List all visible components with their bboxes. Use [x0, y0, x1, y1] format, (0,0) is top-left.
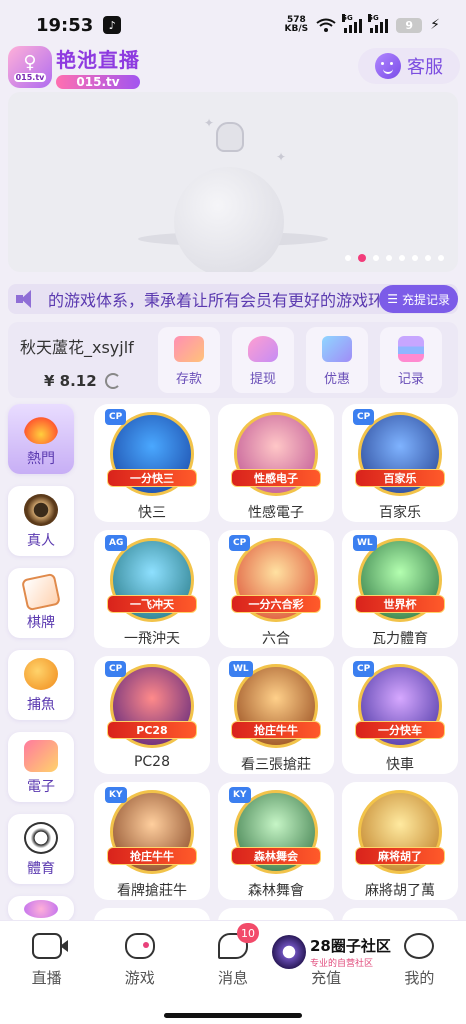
game-card[interactable]: CP 一分六合彩 六合 [218, 530, 334, 648]
category-electronic[interactable]: 電子 [8, 732, 74, 802]
game-card[interactable]: WL 抢庄牛牛 看三張搶莊 [218, 656, 334, 774]
game-thumbnail: 性感电子 [231, 412, 321, 496]
customer-service-button[interactable]: 客服 [358, 48, 460, 84]
game-thumbnail: KY 森林舞会 [229, 787, 321, 874]
user-wallet-panel: 秋天蘆花_xsyjlf ¥ 8.12 存款 提现 优惠 记录 [8, 322, 458, 398]
game-card[interactable]: CP 一分快三 快三 [94, 404, 210, 522]
clock: 19:53 [36, 14, 94, 36]
game-card[interactable]: 性感电子 性感電子 [218, 404, 334, 522]
cards-icon: CP 百家乐 [353, 409, 445, 496]
fire-icon [24, 412, 58, 444]
category-fishing[interactable]: 捕魚 [8, 650, 74, 720]
category-chess[interactable]: 棋牌 [8, 568, 74, 638]
game-card[interactable]: 麻将胡了 麻將胡了萬 [342, 782, 458, 900]
gamepad-icon [124, 933, 155, 959]
watermark: 28圈子社区 专业的自营社区 [272, 935, 391, 969]
profile-icon [404, 933, 435, 959]
promotions-button[interactable]: 优惠 [306, 327, 368, 393]
game-thumbnail: KY 抢庄牛牛 [105, 787, 197, 874]
game-card[interactable]: KY 抢庄牛牛 看牌搶莊牛 [94, 782, 210, 900]
gift-icon [322, 336, 352, 362]
carousel-dot[interactable] [373, 255, 379, 261]
game-card[interactable]: AG 一飞冲天 一飛沖天 [94, 530, 210, 648]
announcement-bar[interactable]: 的游戏体系，秉承着让所有会员有更好的游戏环 ☰ 充提记录 [8, 284, 458, 314]
logo-title: 艳池直播 [56, 48, 140, 72]
speaker-icon [16, 290, 38, 308]
signal-icon: 5G [342, 13, 363, 33]
watermark-logo [272, 935, 306, 969]
lottery-ball-icon: CP 一分六合彩 [229, 535, 321, 622]
withdraw-icon [248, 336, 278, 362]
bottom-nav: 直播 游戏 10 消息 充值 我的 28圈子社区 专业的自营社区 [0, 920, 466, 1024]
carousel-dot[interactable] [345, 255, 351, 261]
tab-live[interactable]: 直播 [7, 933, 87, 988]
unread-badge: 10 [236, 923, 259, 943]
announcement-text: 的游戏体系，秉承着让所有会员有更好的游戏环 [48, 291, 380, 310]
fish-icon [24, 658, 58, 690]
logo-badge: ♀ 015.tv [8, 45, 52, 88]
category-sidebar: 熱門 真人 棋牌 捕魚 電子 體育 [8, 404, 78, 934]
live-casino-icon [24, 494, 58, 526]
banner-carousel[interactable]: ✦ ✦ [8, 92, 458, 272]
star-icon: ✦ [204, 116, 215, 130]
records-button[interactable]: 记录 [380, 327, 442, 393]
games-grid: CP 一分快三 快三 性感电子 性感電子 CP 百家乐 百家乐 AG 一飞冲天 一飛沖… [94, 404, 460, 946]
tab-messages[interactable]: 10 消息 [193, 923, 273, 988]
game-thumbnail: AG 一飞冲天 [105, 535, 197, 622]
network-speed: 578 KB/S [284, 15, 309, 34]
game-card[interactable]: KY 森林舞会 森林舞會 [218, 782, 334, 900]
tab-profile[interactable]: 我的 [379, 933, 459, 988]
carousel-dot[interactable] [438, 255, 444, 261]
refresh-icon[interactable] [104, 373, 121, 389]
category-live[interactable]: 真人 [8, 486, 74, 556]
video-camera-icon [31, 933, 68, 959]
deposit-button[interactable]: 存款 [158, 327, 220, 393]
balance: ¥ 8.12 [44, 372, 150, 390]
home-indicator [164, 1013, 302, 1018]
car-icon: CP 一分快车 [353, 661, 445, 748]
game-thumbnail: CP PC28 [105, 661, 197, 748]
withdraw-button[interactable]: 提现 [232, 327, 294, 393]
wifi-icon [316, 18, 336, 32]
game-thumbnail: WL 世界杯 [353, 535, 445, 622]
carousel-dot[interactable] [386, 255, 392, 261]
customer-service-icon [375, 53, 401, 79]
game-card[interactable]: CP 百家乐 百家乐 [342, 404, 458, 522]
game-card[interactable]: CP PC28 PC28 [94, 656, 210, 774]
tiktok-icon: ♪ [103, 16, 122, 34]
star-icon: ✦ [276, 150, 287, 164]
dice-icon: CP 一分快三 [105, 409, 197, 496]
tab-games[interactable]: 游戏 [100, 933, 180, 988]
carousel-dot[interactable] [358, 254, 366, 262]
app-logo: ♀ 015.tv 艳池直播 015.tv [8, 44, 140, 89]
logo-url: 015.tv [56, 75, 140, 89]
app-header: ♀ 015.tv 艳池直播 015.tv 客服 [0, 42, 466, 90]
cards-icon [21, 572, 61, 612]
electronic-icon [24, 740, 58, 772]
game-thumbnail: WL 抢庄牛牛 [229, 661, 321, 748]
carousel-dots[interactable] [345, 254, 444, 262]
category-sports[interactable]: 體育 [8, 814, 74, 884]
soccer-icon [24, 822, 58, 854]
record-icon [398, 336, 424, 362]
category-hot[interactable]: 熱門 [8, 404, 74, 474]
deposit-icon [174, 336, 204, 362]
mahjong-icon: 麻将胡了 [355, 790, 445, 874]
lottery-icon [24, 900, 58, 918]
category-lottery[interactable] [8, 896, 74, 922]
carousel-dot[interactable] [425, 255, 431, 261]
carousel-dot[interactable] [399, 255, 405, 261]
logo-mascot-icon: ♀ [23, 51, 37, 73]
game-card[interactable]: WL 世界杯 瓦力體育 [342, 530, 458, 648]
astronaut-icon [216, 122, 244, 152]
game-card[interactable]: CP 一分快车 快車 [342, 656, 458, 774]
battery-icon: 9 [396, 17, 423, 33]
moon-illustration [174, 167, 284, 272]
username: 秋天蘆花_xsyjlf [20, 338, 134, 357]
charging-icon: ⚡ [430, 17, 440, 33]
list-icon: ☰ [387, 292, 398, 306]
carousel-dot[interactable] [412, 255, 418, 261]
signal-icon: 5G [368, 13, 389, 33]
recharge-record-button[interactable]: ☰ 充提记录 [379, 285, 458, 313]
